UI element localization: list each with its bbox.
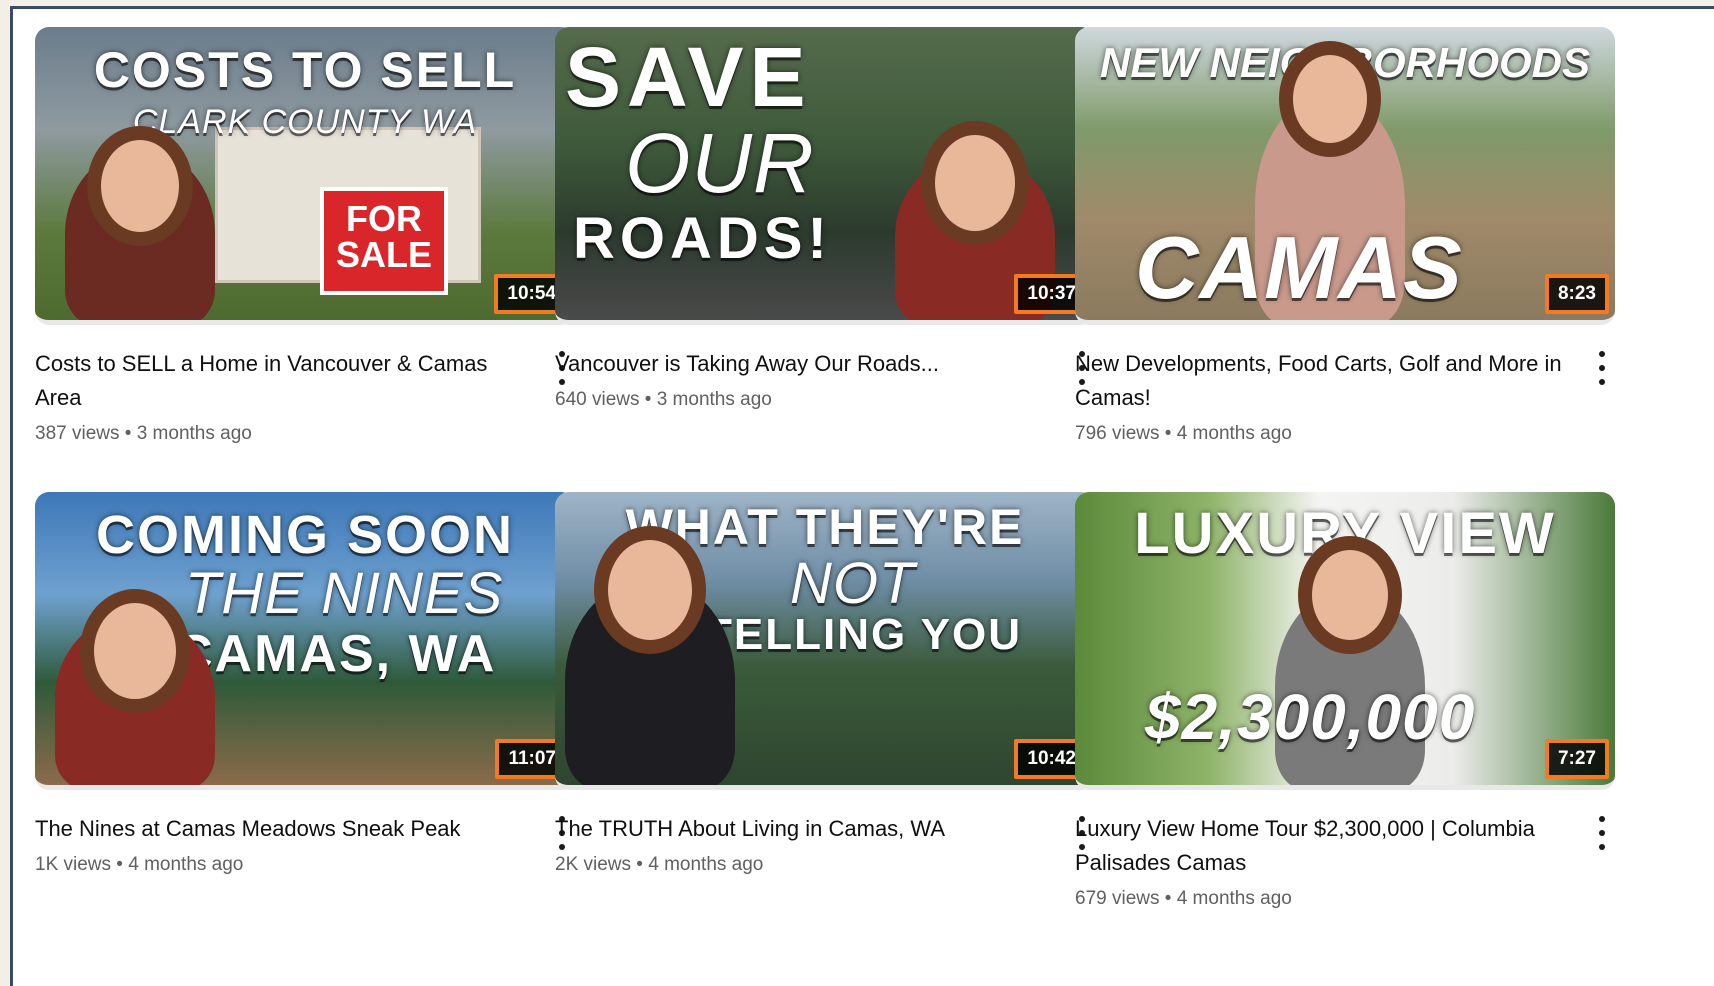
video-thumbnail[interactable]: COSTS TO SELL CLARK COUNTY WA FOR SALE 1… xyxy=(35,27,575,325)
video-card[interactable]: COMING SOON THE NINES CAMAS, WA 11:07 Th… xyxy=(35,492,575,876)
video-title[interactable]: Costs to SELL a Home in Vancouver & Cama… xyxy=(35,347,535,415)
video-thumbnail[interactable]: NEW NEIGHBORHOODS CAMAS 8:23 xyxy=(1075,27,1615,325)
video-title[interactable]: The Nines at Camas Meadows Sneak Peak xyxy=(35,812,535,846)
thumbnail-headline: COSTS TO SELL xyxy=(93,42,517,98)
video-title[interactable]: The TRUTH About Living in Camas, WA xyxy=(555,812,1055,846)
video-thumbnail[interactable]: LUXURY VIEW $2,300,000 7:27 xyxy=(1075,492,1615,790)
thumbnail-headline: COMING SOON xyxy=(95,505,514,565)
video-card[interactable]: LUXURY VIEW $2,300,000 7:27 Luxury View … xyxy=(1075,492,1615,910)
sign-text: FOR xyxy=(346,198,422,239)
video-title[interactable]: New Developments, Food Carts, Golf and M… xyxy=(1075,347,1575,415)
video-thumbnail[interactable]: SAVE OUR ROADS! 10:37 xyxy=(555,27,1095,325)
sign-text: SALE xyxy=(335,234,432,275)
video-card[interactable]: SAVE OUR ROADS! 10:37 Vancouver is Takin… xyxy=(555,27,1095,411)
host-photo xyxy=(55,603,215,785)
host-photo xyxy=(565,540,735,785)
video-title[interactable]: Luxury View Home Tour $2,300,000 | Colum… xyxy=(1075,812,1575,880)
more-vert-icon[interactable] xyxy=(1589,351,1615,385)
thumbnail-headline: NOT xyxy=(790,551,916,616)
thumbnail-headline: CAMAS xyxy=(1135,218,1463,317)
duration-badge: 7:27 xyxy=(1544,739,1609,779)
host-photo xyxy=(65,140,215,320)
video-stats: 796 views • 4 months ago xyxy=(1075,423,1292,444)
thumbnail-headline: SAVE xyxy=(565,30,812,124)
video-stats: 679 views • 4 months ago xyxy=(1075,888,1292,909)
for-sale-sign: FOR SALE xyxy=(320,187,448,295)
video-card[interactable]: COSTS TO SELL CLARK COUNTY WA FOR SALE 1… xyxy=(35,27,575,445)
video-grid: COSTS TO SELL CLARK COUNTY WA FOR SALE 1… xyxy=(10,6,1714,986)
thumbnail-headline: TELLING YOU xyxy=(705,610,1022,659)
thumbnail-subheadline: CLARK COUNTY WA xyxy=(132,103,478,141)
video-card[interactable]: NEW NEIGHBORHOODS CAMAS 8:23 New Develop… xyxy=(1075,27,1615,445)
video-thumbnail[interactable]: WHAT THEY'RE NOT TELLING YOU 10:42 xyxy=(555,492,1095,790)
video-thumbnail[interactable]: COMING SOON THE NINES CAMAS, WA 11:07 xyxy=(35,492,575,790)
video-stats: 1K views • 4 months ago xyxy=(35,854,244,875)
video-stats: 387 views • 3 months ago xyxy=(35,423,252,444)
thumbnail-headline: CAMAS, WA xyxy=(175,625,497,683)
video-title[interactable]: Vancouver is Taking Away Our Roads... xyxy=(555,347,1055,381)
duration-badge: 8:23 xyxy=(1544,274,1609,314)
video-card[interactable]: WHAT THEY'RE NOT TELLING YOU 10:42 The T… xyxy=(555,492,1095,876)
thumbnail-headline: THE NINES xyxy=(185,561,504,626)
more-vert-icon[interactable] xyxy=(1589,816,1615,850)
video-stats: 2K views • 4 months ago xyxy=(555,854,764,875)
video-stats: 640 views • 3 months ago xyxy=(555,389,772,410)
